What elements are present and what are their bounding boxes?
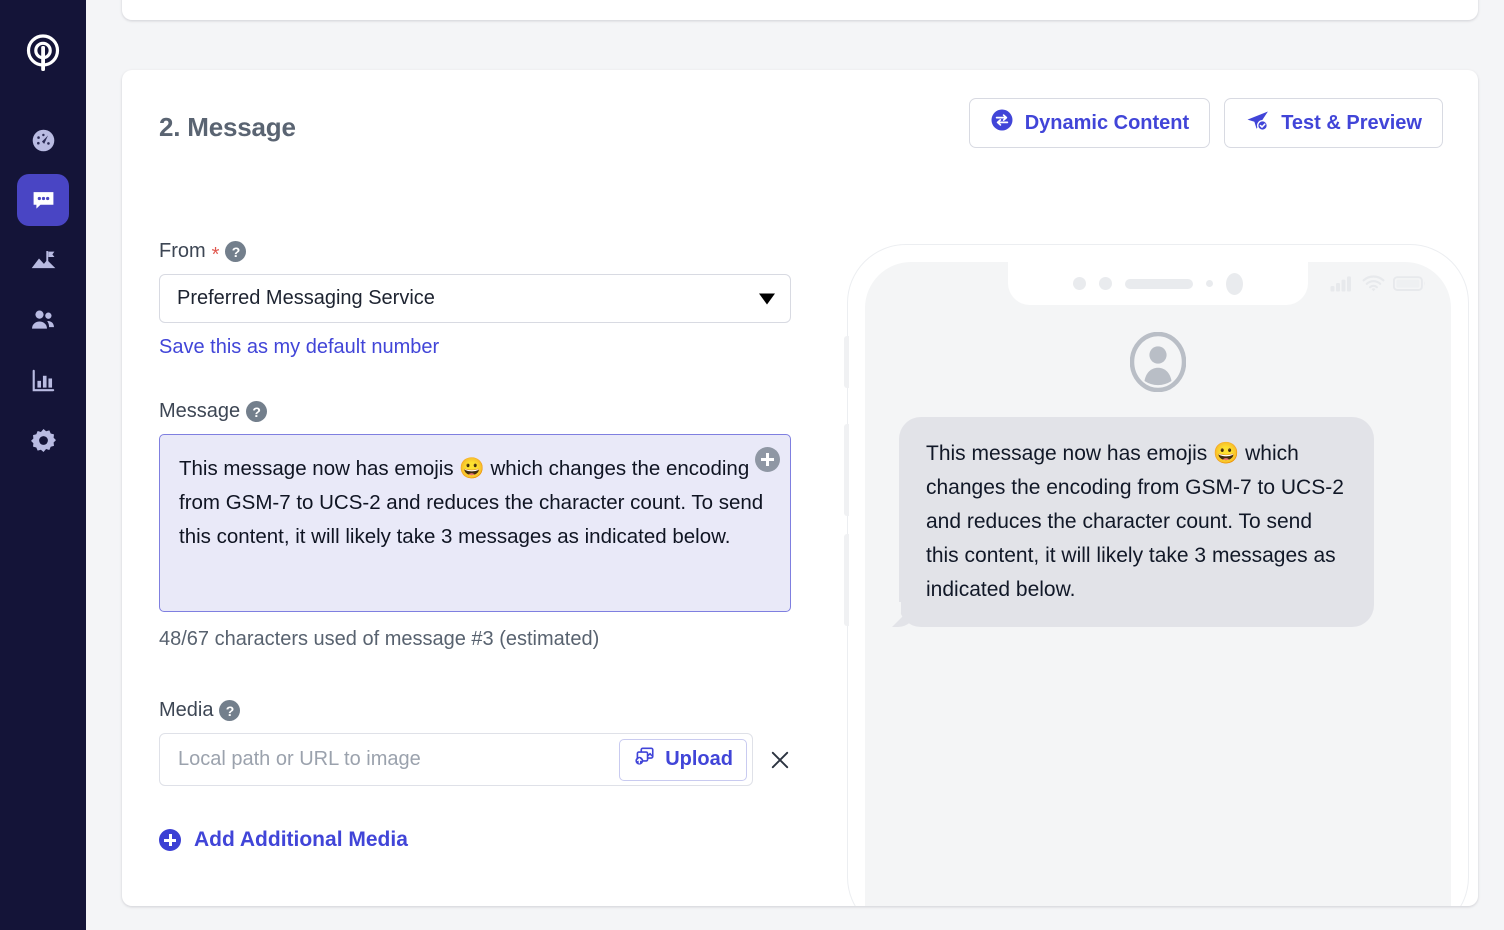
media-field-group: Media ? Local path or URL to image Uploa… xyxy=(159,699,829,856)
from-help-icon[interactable]: ? xyxy=(225,241,247,262)
phone-mute-button xyxy=(844,336,849,388)
message-form: From * ? Preferred Messaging Service Sav… xyxy=(159,240,829,856)
sidebar-item-journeys[interactable] xyxy=(17,234,69,286)
sidebar-item-analytics[interactable] xyxy=(17,354,69,406)
phone-volume-down-button xyxy=(844,534,849,626)
upload-label: Upload xyxy=(665,748,733,770)
from-select[interactable]: Preferred Messaging Service xyxy=(159,274,791,323)
bubble-tail-mask xyxy=(883,602,901,628)
save-default-number-link[interactable]: Save this as my default number xyxy=(159,336,439,359)
test-preview-button[interactable]: Test & Preview xyxy=(1224,98,1443,148)
phone-notch xyxy=(1008,262,1308,305)
message-help-icon[interactable]: ? xyxy=(246,401,268,422)
antenna-logo-icon xyxy=(26,34,60,71)
from-label: From xyxy=(159,240,206,262)
gear-icon xyxy=(30,428,56,452)
front-camera-icon xyxy=(1226,272,1243,295)
wifi-icon xyxy=(1362,275,1385,292)
from-label-row: From * ? xyxy=(159,240,829,266)
message-textarea[interactable]: This message now has emojis 😀 which chan… xyxy=(159,434,791,612)
from-select-wrap: Preferred Messaging Service xyxy=(159,274,791,323)
contact-avatar-icon xyxy=(1129,331,1187,397)
signal-bars-icon xyxy=(1330,276,1351,292)
previous-section-card xyxy=(122,0,1478,20)
media-input[interactable] xyxy=(160,734,590,785)
add-additional-media-label: Add Additional Media xyxy=(194,828,408,851)
sidebar-item-contacts[interactable] xyxy=(17,294,69,346)
dynamic-content-label: Dynamic Content xyxy=(1024,111,1190,134)
phone-screen: This message now has emojis 😀 which chan… xyxy=(865,262,1451,906)
sensor-icon xyxy=(1099,277,1112,290)
page-title: 2. Message xyxy=(159,112,296,142)
media-label: Media xyxy=(159,699,214,721)
required-asterisk: * xyxy=(211,243,220,266)
dynamic-content-button[interactable]: Dynamic Content xyxy=(968,98,1211,148)
sidebar-item-messaging[interactable] xyxy=(17,174,69,226)
media-input-wrap: Upload xyxy=(159,733,753,786)
gauge-icon xyxy=(32,129,54,151)
message-field-group: Message ? This message now has emojis 😀 … xyxy=(159,400,829,651)
message-label-row: Message ? xyxy=(159,400,829,423)
sidebar-item-settings[interactable] xyxy=(17,414,69,466)
bar-chart-icon xyxy=(32,369,54,391)
page-content: 2. Message Dynamic Content Test & Previe… xyxy=(86,0,1504,930)
message-preview-panel: This message now has emojis 😀 which chan… xyxy=(812,170,1478,906)
from-field-group: From * ? Preferred Messaging Service Sav… xyxy=(159,240,829,359)
phone-status-bar xyxy=(1330,275,1426,292)
flag-mountain-icon xyxy=(31,250,55,268)
message-label: Message xyxy=(159,400,241,422)
sidebar-nav xyxy=(17,114,69,466)
preview-message-bubble: This message now has emojis 😀 which chan… xyxy=(883,417,1374,628)
upload-button[interactable]: Upload xyxy=(619,738,747,781)
message-text: This message now has emojis 😀 which chan… xyxy=(179,457,769,548)
speaker-grille-icon xyxy=(1125,278,1193,289)
sidebar xyxy=(0,0,86,930)
phone-volume-up-button xyxy=(844,424,849,516)
header-actions: Dynamic Content Test & Preview xyxy=(968,98,1443,148)
card-header: 2. Message Dynamic Content Test & Previe… xyxy=(122,70,1478,180)
phone-mockup: This message now has emojis 😀 which chan… xyxy=(844,245,1468,906)
image-upload-icon xyxy=(633,745,656,774)
app-logo[interactable] xyxy=(11,22,75,86)
close-icon[interactable] xyxy=(767,747,793,773)
plus-circle-icon xyxy=(159,829,181,851)
battery-icon xyxy=(1393,276,1425,291)
sensor-icon xyxy=(1073,277,1086,290)
people-icon xyxy=(32,310,54,329)
test-preview-label: Test & Preview xyxy=(1281,111,1422,134)
message-section-card: 2. Message Dynamic Content Test & Previe… xyxy=(122,70,1478,906)
media-row: Upload xyxy=(159,733,829,786)
add-additional-media-button[interactable]: Add Additional Media xyxy=(159,828,408,852)
sensor-icon xyxy=(1206,280,1213,287)
media-help-icon[interactable]: ? xyxy=(219,700,241,721)
dynamic-content-icon xyxy=(990,108,1014,138)
chat-bubble-icon xyxy=(33,191,53,209)
sidebar-item-dashboard[interactable] xyxy=(17,114,69,166)
character-count: 48/67 characters used of message #3 (est… xyxy=(159,628,600,650)
plus-circle-icon[interactable] xyxy=(755,447,780,472)
preview-message-text: This message now has emojis 😀 which chan… xyxy=(926,442,1344,601)
media-label-row: Media ? xyxy=(159,699,829,722)
paper-plane-check-icon xyxy=(1245,108,1270,139)
